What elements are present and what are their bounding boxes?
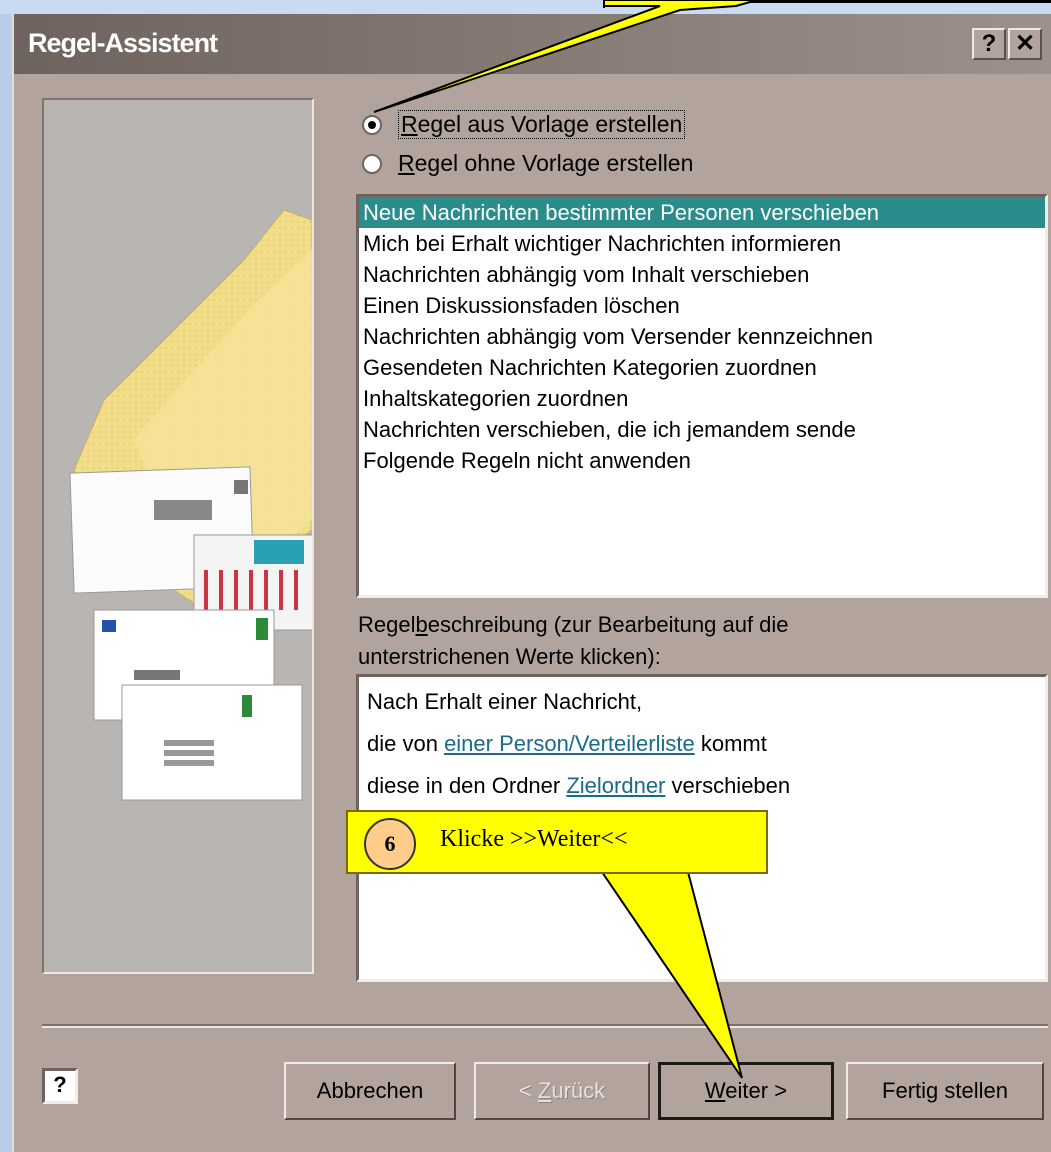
callout-text: Klicke >>Weiter<< bbox=[440, 826, 628, 852]
step-callout: 6 Klicke >>Weiter<< bbox=[346, 810, 768, 874]
step-badge: 6 bbox=[364, 818, 416, 870]
top-callout-arrow bbox=[373, 0, 1051, 113]
tutorial-overlay bbox=[373, 0, 1051, 1079]
bottom-callout-arrow bbox=[600, 871, 743, 1079]
